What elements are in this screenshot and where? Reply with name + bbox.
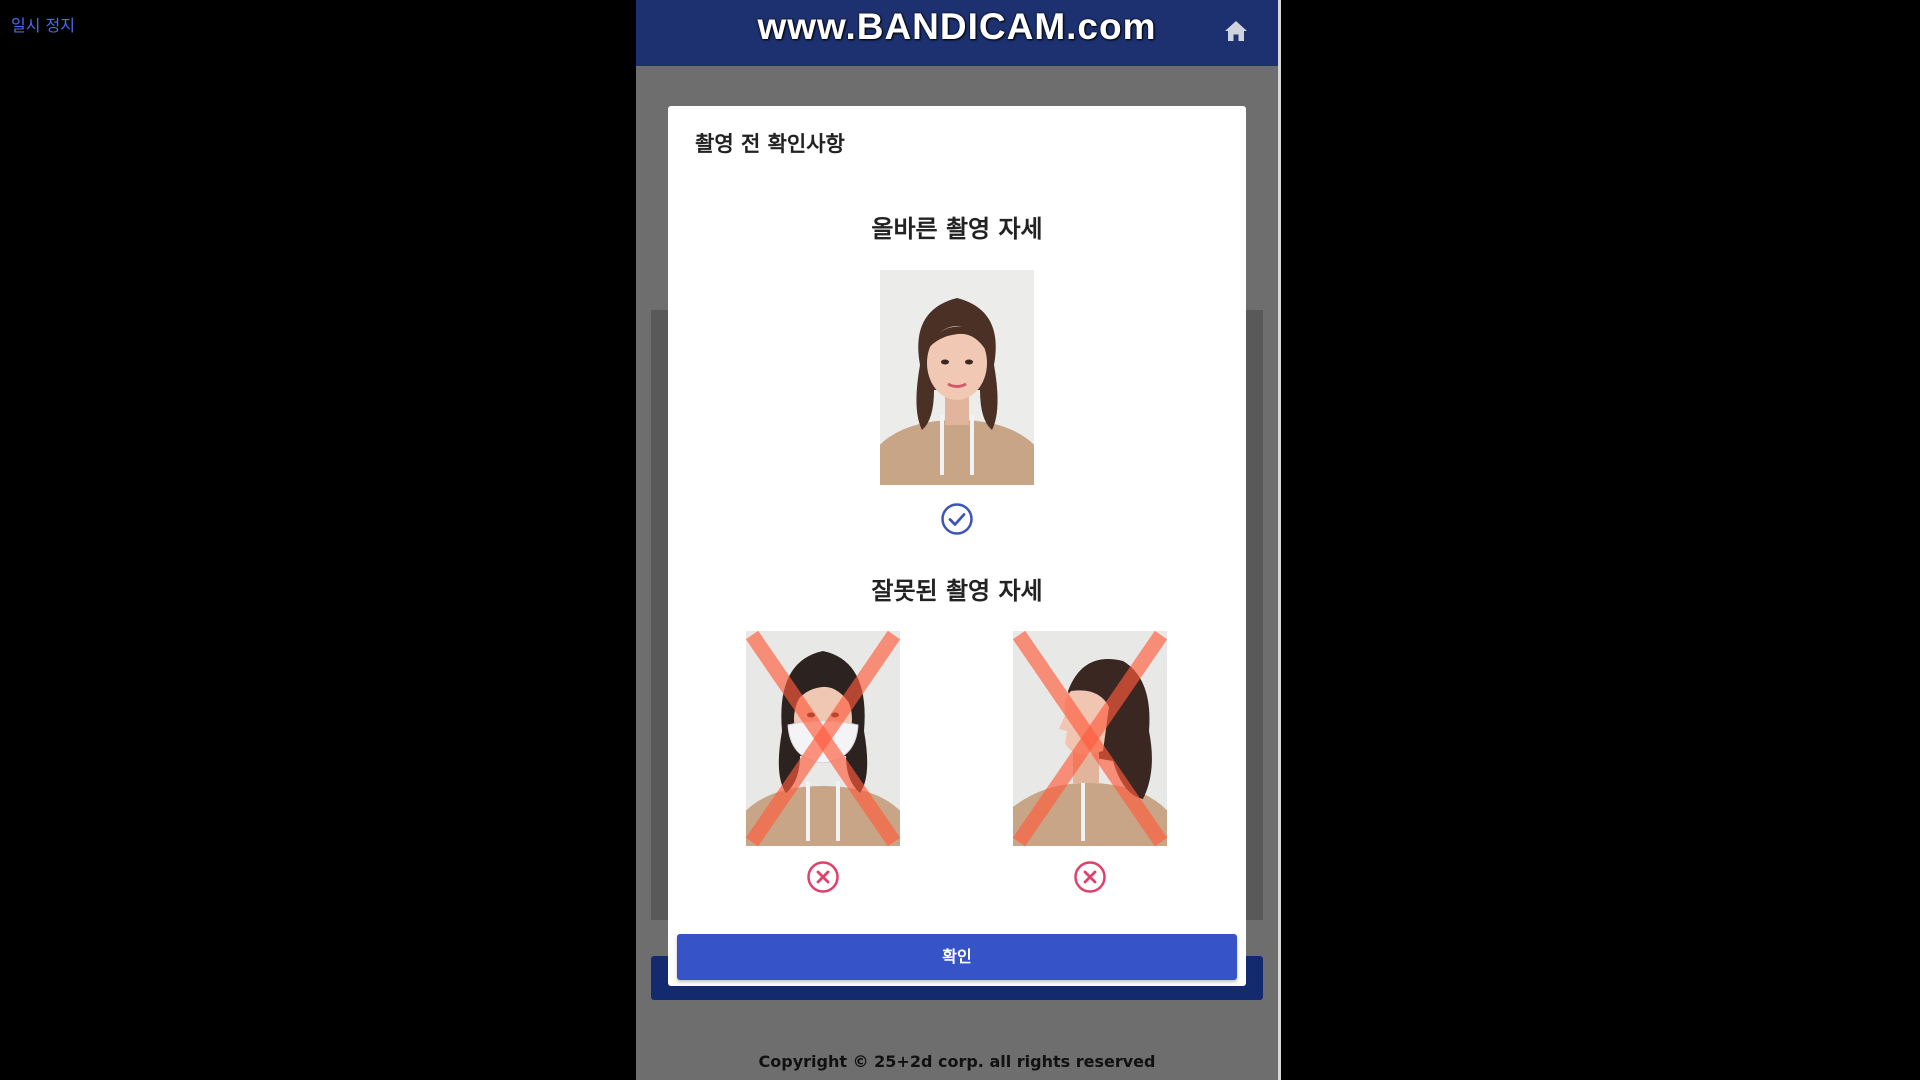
home-icon[interactable] xyxy=(1224,20,1248,42)
incorrect-pose-heading: 잘못된 촬영 자세 xyxy=(871,577,1043,605)
phone-screen: www.BANDICAM.com Copyright © 25+2d corp.… xyxy=(636,0,1281,1080)
incorrect-pose-photo-mask xyxy=(746,631,900,846)
modal-title: 촬영 전 확인사항 xyxy=(695,132,845,156)
x-circle-icon xyxy=(807,861,839,893)
app-header: www.BANDICAM.com xyxy=(636,0,1278,66)
confirm-button[interactable]: 확인 xyxy=(677,934,1237,980)
pause-link[interactable]: 일시 정지 xyxy=(11,12,75,36)
footer-copyright: Copyright © 25+2d corp. all rights reser… xyxy=(758,1052,1156,1071)
check-circle-icon xyxy=(941,503,973,535)
correct-pose-heading: 올바른 촬영 자세 xyxy=(871,215,1043,243)
pre-capture-guide-modal: 촬영 전 확인사항 올바른 촬영 자세 잘못된 촬영 자세 확인 xyxy=(668,106,1246,986)
incorrect-pose-photo-side xyxy=(1013,631,1167,846)
correct-pose-photo xyxy=(880,270,1034,485)
x-circle-icon xyxy=(1074,861,1106,893)
recorder-watermark: www.BANDICAM.com xyxy=(757,6,1157,47)
